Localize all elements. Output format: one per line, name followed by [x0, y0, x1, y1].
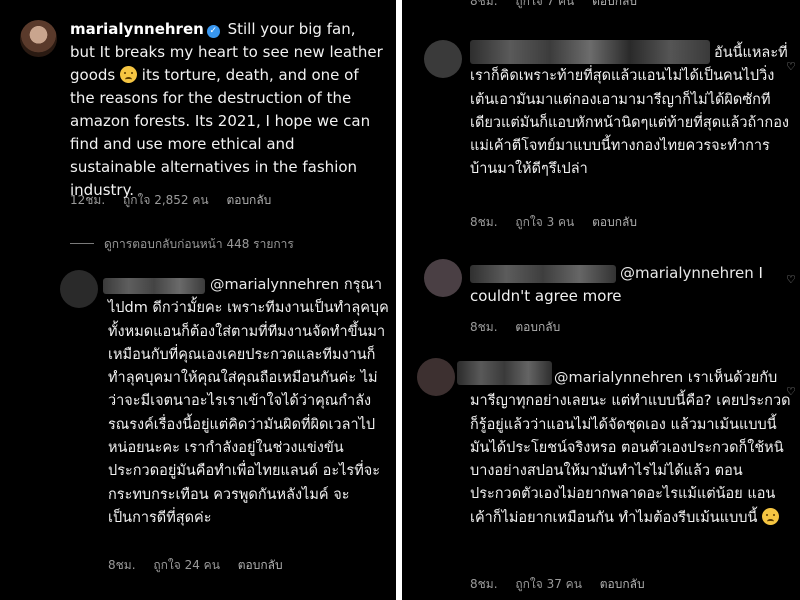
crying-face-emoji-icon: [762, 507, 779, 525]
likes-count[interactable]: ถูกใจ 7 คน: [515, 0, 574, 8]
likes-count[interactable]: ถูกใจ 3 คน: [515, 215, 574, 229]
comment-meta: 8ชม. ถูกใจ 37 คน ตอบกลับ: [470, 575, 659, 594]
comment-meta: 8ชม. ถูกใจ 3 คน ตอบกลับ: [470, 213, 651, 232]
comment-meta: 8ชม. ตอบกลับ: [470, 318, 574, 337]
reply-button[interactable]: ตอบกลับ: [592, 215, 637, 229]
username[interactable]: marialynnehren: [70, 20, 204, 38]
mention-link[interactable]: @marialynnehren: [554, 370, 683, 386]
avatar[interactable]: [20, 20, 57, 57]
comment-meta: 8ชม. ถูกใจ 24 คน ตอบกลับ: [108, 556, 297, 575]
crying-face-emoji-icon: [120, 66, 137, 83]
divider-line: [70, 243, 94, 244]
comment-time: 8ชม.: [108, 558, 136, 572]
verified-badge-icon: ✓: [206, 25, 220, 38]
reply-comment: @marialynnehren กรุณาไปdm ดีกว่ามั้ยคะ เ…: [0, 260, 396, 590]
avatar[interactable]: [424, 259, 462, 297]
mention-link[interactable]: @marialynnehren: [210, 277, 339, 293]
likes-count[interactable]: ถูกใจ 37 คน: [515, 577, 582, 591]
view-replies-label: ดูการตอบกลับก่อนหน้า 448 รายการ: [104, 237, 294, 251]
mention-link[interactable]: @marialynnehren: [620, 264, 754, 282]
comment-time: 8ชม.: [470, 320, 498, 334]
reply-comment: @marialynnehren เราเห็นด้วยกับมารีญาทุกอ…: [402, 355, 800, 600]
avatar[interactable]: [417, 358, 455, 396]
right-screenshot-panel: 8ชม. ถูกใจ 7 คน ตอบกลับ อันนี้แหละที่เรา…: [402, 0, 800, 600]
comment-body: @marialynnehren I couldn't agree more: [470, 262, 792, 308]
heart-outline-icon[interactable]: ♡: [786, 60, 796, 73]
avatar[interactable]: [60, 270, 98, 308]
main-comment: marialynnehren ✓ Still your big fan, but …: [0, 0, 396, 230]
comment-meta: 12ชม. ถูกใจ 2,852 คน ตอบกลับ: [70, 191, 285, 210]
reply-button[interactable]: ตอบกลับ: [226, 193, 271, 207]
likes-count[interactable]: ถูกใจ 24 คน: [153, 558, 220, 572]
reply-button[interactable]: ตอบกลับ: [515, 320, 560, 334]
comment-text-continued: its torture, death, and one of the reaso…: [70, 66, 371, 199]
avatar[interactable]: [424, 40, 462, 78]
comment-time: 8ชม.: [470, 577, 498, 591]
top-comment-meta-cropped: 8ชม. ถูกใจ 7 คน ตอบกลับ: [470, 0, 651, 11]
comment-time: 8ชม.: [470, 215, 498, 229]
comment-body: marialynnehren ✓ Still your big fan, but …: [70, 18, 385, 202]
reply-button[interactable]: ตอบกลับ: [238, 558, 283, 572]
view-previous-replies[interactable]: ดูการตอบกลับก่อนหน้า 448 รายการ: [70, 235, 294, 254]
comment-text: เราเห็นด้วยกับมารีญาทุกอย่างเลยนะ แต่ทำแ…: [470, 370, 791, 526]
comment-text: กรุณาไปdm ดีกว่ามั้ยคะ เพราะทีมงานเป็นทำ…: [108, 277, 389, 526]
comment-time: 8ชม.: [470, 0, 498, 8]
comment-body: อันนี้แหละที่เราก็คิดเพราะท้ายที่สุดแล้ว…: [470, 42, 792, 182]
comment-body: @marialynnehren เราเห็นด้วยกับมารีญาทุกอ…: [470, 367, 792, 530]
heart-outline-icon[interactable]: ♡: [786, 273, 796, 286]
likes-count[interactable]: ถูกใจ 2,852 คน: [123, 193, 209, 207]
comment-time: 12ชม.: [70, 193, 106, 207]
comment-text: อันนี้แหละที่เราก็คิดเพราะท้ายที่สุดแล้ว…: [470, 45, 789, 178]
reply-comment: อันนี้แหละที่เราก็คิดเพราะท้ายที่สุดแล้ว…: [402, 30, 800, 240]
heart-outline-icon[interactable]: ♡: [786, 385, 796, 398]
reply-comment: @marialynnehren I couldn't agree more 8ช…: [402, 255, 800, 345]
reply-button[interactable]: ตอบกลับ: [600, 577, 645, 591]
left-screenshot-panel: marialynnehren ✓ Still your big fan, but …: [0, 0, 396, 600]
reply-button[interactable]: ตอบกลับ: [592, 0, 637, 8]
comment-body: @marialynnehren กรุณาไปdm ดีกว่ามั้ยคะ เ…: [108, 274, 390, 530]
